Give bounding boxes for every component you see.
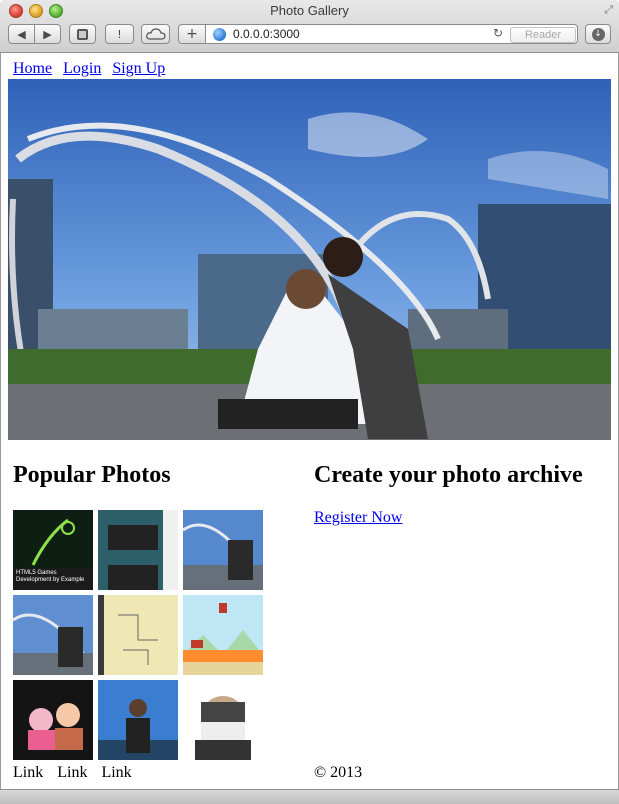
warning-button[interactable]: !: [105, 24, 134, 44]
globe-icon: [213, 28, 226, 41]
icloud-tabs-button[interactable]: [141, 24, 170, 44]
archive-heading: Create your photo archive: [314, 462, 583, 488]
thumbnail[interactable]: [183, 595, 263, 675]
link-item[interactable]: Link: [57, 764, 87, 781]
link-item[interactable]: Link: [101, 764, 131, 781]
thumbnail-links: Link Link Link: [13, 764, 142, 782]
thumbnail[interactable]: [183, 510, 263, 590]
popular-photos-heading: Popular Photos: [13, 462, 171, 488]
fullscreen-icon[interactable]: ⤢: [604, 3, 613, 17]
reload-icon[interactable]: ↻: [493, 26, 503, 40]
nav-home-link[interactable]: Home: [13, 60, 52, 77]
tabs-overview-button[interactable]: [69, 24, 96, 44]
address-bar[interactable]: 0.0.0.0:3000 ↻ Reader: [205, 24, 578, 44]
copyright-text: © 2013: [314, 764, 363, 781]
top-nav: Home Login Sign Up: [13, 60, 172, 78]
cloud-icon: [145, 28, 166, 40]
thumbnail[interactable]: [98, 510, 178, 590]
thumbnail[interactable]: [13, 680, 93, 760]
back-button[interactable]: ◀: [8, 24, 35, 44]
browser-window: Photo Gallery ⤢ ◀ ▶ ! + 0.0.0.0:3000 ↻ R…: [0, 0, 619, 804]
thumbnail[interactable]: HTML5 Games Development by Example: [13, 510, 93, 590]
link-item[interactable]: Link: [13, 764, 43, 781]
thumbnail[interactable]: [13, 595, 93, 675]
window-title: Photo Gallery: [270, 3, 349, 18]
thumbnail[interactable]: [183, 680, 263, 760]
forward-button[interactable]: ▶: [34, 24, 61, 44]
tabs-icon: [77, 28, 88, 40]
url-text[interactable]: 0.0.0.0:3000: [233, 27, 300, 41]
nav-login-link[interactable]: Login: [63, 60, 101, 77]
register-now-link[interactable]: Register Now: [314, 509, 402, 527]
download-icon: ↓: [591, 27, 605, 41]
reader-button[interactable]: Reader: [510, 27, 576, 43]
thumbnail-caption: HTML5 Games Development by Example: [16, 570, 85, 583]
thumbnail[interactable]: [98, 680, 178, 760]
thumbnail[interactable]: [98, 595, 178, 675]
hero-photo: [8, 79, 611, 440]
browser-toolbar: Photo Gallery ⤢ ◀ ▶ ! + 0.0.0.0:3000 ↻ R…: [0, 0, 619, 53]
add-bookmark-button[interactable]: +: [178, 24, 206, 44]
status-bar: [0, 789, 619, 804]
downloads-button[interactable]: ↓: [585, 24, 611, 44]
nav-signup-link[interactable]: Sign Up: [112, 60, 165, 77]
